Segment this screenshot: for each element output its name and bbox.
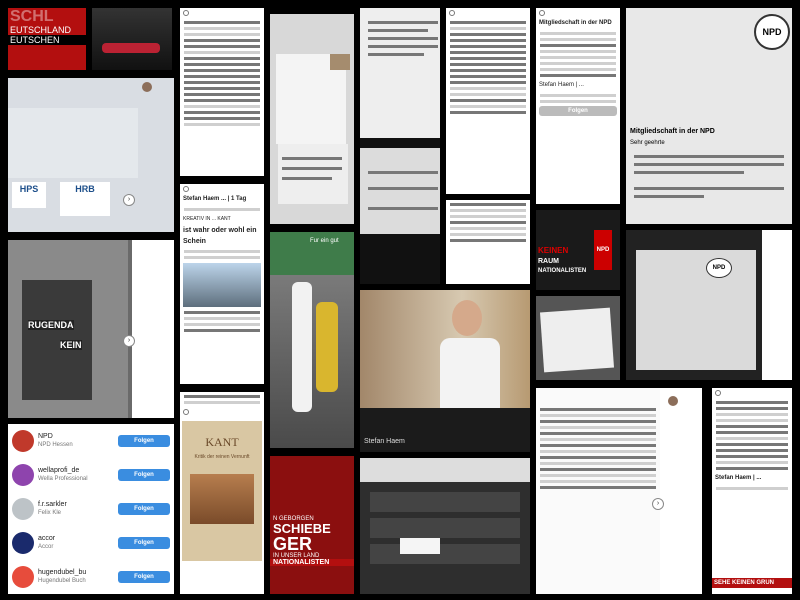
- npd-letter-tile[interactable]: NPD Mitgliedschaft in der NPD Sehr geehr…: [626, 8, 792, 224]
- hrb-logo: HRB: [60, 182, 110, 216]
- account-sub: Felix Kle: [38, 510, 62, 516]
- account-sub: NPD Hessen: [38, 442, 73, 448]
- letter-photo-tile[interactable]: [536, 296, 620, 380]
- article-headline-1: ist wahr oder wohl ein: [183, 227, 257, 234]
- search-icon: [183, 186, 189, 192]
- letter-salutation: Sehr geehrte: [630, 140, 665, 146]
- search-bar[interactable]: [180, 8, 264, 18]
- npd-logo: NPD: [594, 230, 612, 270]
- post-teaser: Mitgliedschaft in der NPD: [539, 20, 612, 26]
- follow-row: hugendubel_bu Hugendubel Buch Folgen: [8, 560, 174, 594]
- follow-row: f.r.sarkler Felix Kle Folgen: [8, 492, 174, 526]
- article-screenshot-tile[interactable]: [180, 8, 264, 176]
- npd-logo: NPD: [754, 14, 790, 50]
- red-word-3: NATIONALISTEN: [538, 268, 587, 274]
- follow-button[interactable]: Folgen: [118, 469, 170, 481]
- sticker-text-1: RUGENDA: [28, 320, 74, 330]
- document-photo-tile[interactable]: [270, 14, 354, 224]
- profile-feed-tile[interactable]: Stefan Haem | ... SEHE KEINEN GRUN: [712, 388, 792, 594]
- account-avatar: [12, 532, 34, 554]
- banner-tile: SCHL EUTSCHLAND EUTSCHEN: [8, 8, 86, 70]
- follow-button[interactable]: Folgen: [118, 571, 170, 583]
- post-author-avatar: [668, 396, 678, 406]
- account-name: hugendubel_bu: [38, 569, 87, 576]
- account-sub: Accor: [38, 544, 54, 550]
- follow-button[interactable]: Folgen: [539, 106, 617, 116]
- search-bar[interactable]: [180, 184, 264, 194]
- next-arrow-icon[interactable]: ›: [652, 498, 664, 510]
- search-icon: [539, 10, 545, 16]
- document-post-tile[interactable]: ›: [536, 388, 702, 594]
- follow-row: wellaprofi_de Wella Professional Folgen: [8, 458, 174, 492]
- article-kicker: KREATIV IN ... KANT: [183, 216, 231, 222]
- account-name: accor: [38, 535, 56, 542]
- post-header: Stefan Haem | ...: [539, 82, 584, 88]
- follow-suggestions-list: NPD NPD Hessen Folgen wellaprofi_de Wella …: [8, 424, 174, 594]
- npd-letter-photo-tile[interactable]: NPD: [626, 230, 792, 380]
- book-cover: KANT Kritik der reinen Vernunft: [182, 421, 262, 561]
- next-arrow-icon[interactable]: ›: [123, 335, 135, 347]
- banner-line-1: EUTSCHLAND: [10, 25, 72, 35]
- mailbox-photo-tile[interactable]: [360, 458, 530, 594]
- account-name: wellaprofi_de: [38, 467, 80, 474]
- sticker-text-2: KEIN: [60, 340, 82, 350]
- hpa-logo-post-tile[interactable]: HPS HRB ›: [8, 78, 174, 232]
- search-bar[interactable]: [536, 8, 620, 18]
- npd-sticker-tile[interactable]: KEINEN RAUM NATIONALISTEN NPD: [536, 210, 620, 290]
- hotel-selfie-tile[interactable]: Stefan Haem: [360, 290, 530, 452]
- account-name: f.r.sarkler: [38, 501, 67, 508]
- search-icon: [449, 10, 455, 16]
- poster-line-3: GER: [273, 534, 313, 554]
- post-author-avatar: [142, 82, 152, 92]
- account-avatar: [12, 498, 34, 520]
- follow-button[interactable]: Folgen: [118, 537, 170, 549]
- npd-logo: NPD: [706, 258, 732, 278]
- red-word-2: RAUM: [538, 258, 559, 265]
- poster-line-5: NATIONALISTEN: [270, 559, 354, 566]
- search-icon: [183, 409, 189, 415]
- book-title: KANT: [205, 435, 239, 449]
- account-sub: Hugendubel Buch: [38, 578, 86, 584]
- account-sub: Wella Professional: [38, 476, 88, 482]
- table-scan-tile[interactable]: [446, 200, 530, 284]
- article-headline-2: Schein: [183, 238, 206, 245]
- post-header: Stefan Haem | ...: [715, 475, 762, 481]
- search-icon: [183, 10, 189, 16]
- bottom-banner: SEHE KEINEN GRUN: [712, 578, 792, 588]
- hps-logo: HPS: [12, 182, 46, 208]
- account-avatar: [12, 430, 34, 452]
- letter-heading: Mitgliedschaft in der NPD: [630, 128, 715, 135]
- political-poster-tile[interactable]: N GEBORGEN SCHIEBE GER IN UNSER LAND NAT…: [270, 456, 354, 594]
- next-arrow-icon[interactable]: ›: [123, 194, 135, 206]
- follow-row: NPD NPD Hessen Folgen: [8, 424, 174, 458]
- book-subtitle: Kritik der reinen Vernunft: [194, 454, 250, 460]
- graffiti-photo-tile: [92, 8, 172, 70]
- banner-top-text: SCHL: [10, 8, 54, 25]
- search-bar[interactable]: [446, 8, 530, 18]
- document-scan-tile[interactable]: [360, 8, 440, 284]
- red-word-1: KEINEN: [538, 246, 569, 255]
- sticker-pole-tile[interactable]: RUGENDA KEIN ›: [8, 240, 174, 418]
- street-scene-photo-tile[interactable]: Fur ein gut: [270, 232, 354, 448]
- profile-name: Stefan Haem: [364, 438, 405, 445]
- search-icon: [715, 390, 721, 396]
- kant-book-post-tile[interactable]: KANT Kritik der reinen Vernunft: [180, 392, 264, 594]
- store-sign: Fur ein gut: [310, 238, 339, 244]
- follow-row: accor Accor Folgen: [8, 526, 174, 560]
- banner-line-2: EUTSCHEN: [8, 35, 86, 45]
- follow-button[interactable]: Folgen: [118, 503, 170, 515]
- membership-post-tile[interactable]: Mitgliedschaft in der NPD Stefan Haem | …: [536, 8, 620, 204]
- follow-button[interactable]: Folgen: [118, 435, 170, 447]
- account-name: NPD: [38, 433, 53, 440]
- post-header: Stefan Haem ... | 1 Tag: [183, 196, 247, 202]
- account-avatar: [12, 464, 34, 486]
- statue-image: [183, 263, 261, 307]
- search-bar[interactable]: [712, 388, 792, 398]
- poster-line-1: N GEBORGEN: [273, 516, 314, 522]
- news-text-tile[interactable]: [446, 8, 530, 194]
- kant-article-tile[interactable]: Stefan Haem ... | 1 Tag KREATIV IN ... K…: [180, 184, 264, 384]
- account-avatar: [12, 566, 34, 588]
- search-bar[interactable]: [180, 407, 264, 417]
